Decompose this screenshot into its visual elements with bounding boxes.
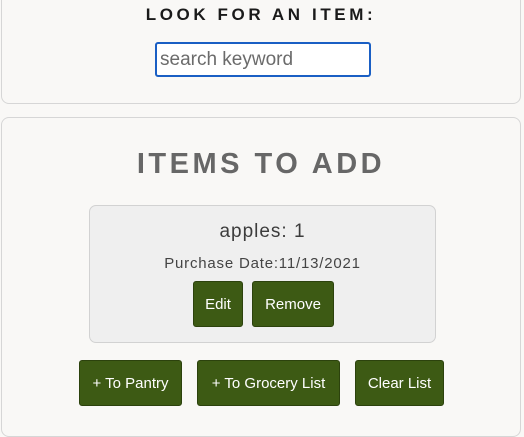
search-heading: LOOK FOR AN ITEM: (145, 5, 377, 24)
item-name-quantity: apples: 1 (219, 221, 306, 242)
items-heading: ITEMS TO ADD (136, 148, 386, 180)
edit-button[interactable]: Edit (193, 281, 243, 327)
search-panel: LOOK FOR AN ITEM: (1, 0, 521, 104)
clear-list-button[interactable]: Clear List (355, 360, 444, 406)
remove-button[interactable]: Remove (252, 281, 334, 327)
item-purchase-date: Purchase Date:11/13/2021 (164, 255, 361, 272)
to-pantry-button[interactable]: + To Pantry (79, 360, 182, 406)
items-to-add-panel: ITEMS TO ADD apples: 1 Purchase Date:11/… (1, 117, 521, 437)
to-grocery-list-button[interactable]: + To Grocery List (197, 360, 340, 406)
item-card: apples: 1 Purchase Date:11/13/2021 Edit … (89, 205, 436, 343)
search-input[interactable] (155, 42, 371, 77)
